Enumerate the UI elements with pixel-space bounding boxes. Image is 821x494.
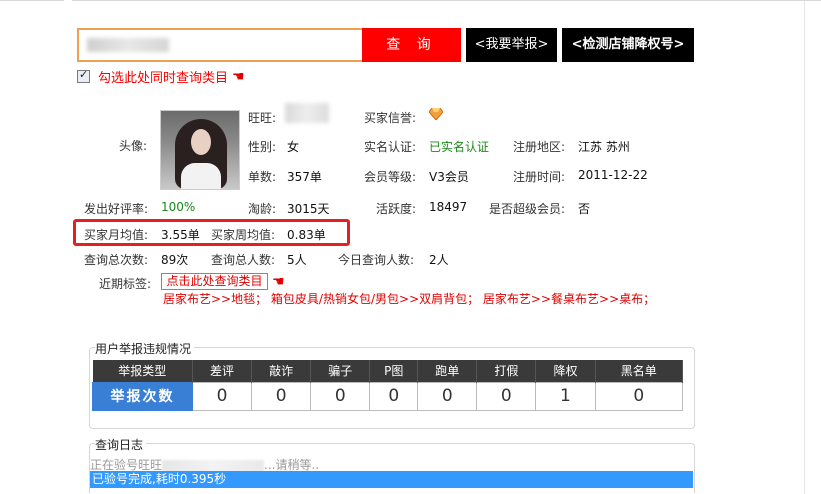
- report-count-1: 0: [251, 381, 312, 411]
- query-people-value: 5人: [287, 253, 307, 267]
- avatar: [160, 110, 240, 190]
- member-level-value: V3会员: [429, 170, 469, 184]
- report-count-0: 0: [191, 381, 253, 411]
- reg-time-label: 注册时间:: [513, 170, 566, 184]
- top-border: [0, 0, 821, 494]
- query-total-value: 89次: [161, 253, 189, 267]
- detect-downgrade-button[interactable]: <检测店铺降权号>: [562, 28, 694, 62]
- activity-label: 活跃度:: [376, 202, 417, 216]
- super-member-label: 是否超级会员:: [489, 202, 566, 216]
- tb-age-label: 淘龄:: [248, 202, 277, 216]
- blurred-search-text: [87, 38, 169, 52]
- pointing-hand-icon: ☚: [272, 274, 285, 290]
- query-people-label: 查询总人数:: [211, 253, 276, 267]
- wangwang-label: 旺旺:: [248, 111, 277, 125]
- diamond-credit-icon: [429, 108, 443, 120]
- report-count-7: 0: [594, 381, 683, 411]
- report-button[interactable]: <我要举报>: [466, 28, 557, 62]
- query-button[interactable]: 查 询: [362, 28, 461, 62]
- region-value: 江苏 苏州: [578, 140, 630, 154]
- report-count-5: 0: [476, 381, 537, 411]
- buyer-credit-label: 买家信誉:: [364, 111, 417, 125]
- category-checkbox[interactable]: [77, 68, 90, 83]
- reg-time-value: 2011-12-22: [578, 168, 648, 182]
- weekly-avg-label: 买家周均值:: [211, 228, 276, 242]
- report-header-3: 骗子: [310, 360, 371, 382]
- report-header-1: 差评: [192, 360, 253, 382]
- avatar-label: 头像:: [119, 139, 148, 153]
- orders-label: 单数:: [248, 170, 277, 184]
- report-count-4: 0: [417, 381, 478, 411]
- today-people-label: 今日查询人数:: [338, 253, 415, 267]
- report-header-4: P图: [369, 360, 419, 382]
- report-count-2: 0: [310, 381, 371, 411]
- gender-value: 女: [287, 140, 300, 154]
- super-member-value: 否: [578, 202, 591, 216]
- monthly-avg-label: 买家月均值:: [84, 228, 149, 242]
- monthly-avg-value: 3.55单: [161, 228, 200, 242]
- report-count-6: 1: [535, 381, 596, 411]
- member-level-label: 会员等级:: [364, 170, 417, 184]
- query-category-button[interactable]: 点击此处查询类目: [161, 273, 268, 290]
- report-header-2: 敲诈: [251, 360, 312, 382]
- orders-value: 357单: [287, 170, 322, 184]
- pointing-hand-icon: ☚: [232, 68, 245, 85]
- today-people-value: 2人: [429, 253, 449, 267]
- report-header-5: 跑单: [417, 360, 478, 382]
- category-checkbox-label[interactable]: 勾选此处同时查询类目: [98, 67, 228, 86]
- gender-label: 性别:: [248, 140, 277, 154]
- region-label: 注册地区:: [513, 140, 566, 154]
- realname-value: 已实名认证: [429, 140, 490, 154]
- log-line-complete[interactable]: 已验号完成,耗时0.395秒: [90, 471, 693, 488]
- category-option[interactable]: 勾选此处同时查询类目 ☚: [77, 67, 245, 86]
- log-panel-title: 查询日志: [95, 436, 147, 453]
- good-rate-label: 发出好评率:: [84, 202, 149, 216]
- weekly-avg-value: 0.83单: [287, 228, 326, 242]
- report-panel-title: 用户举报违规情况: [95, 340, 195, 357]
- blurred-wangwang-id: [285, 103, 329, 123]
- blurred-log-id: [162, 459, 265, 472]
- tb-age-value: 3015天: [287, 202, 330, 216]
- report-header-7: 降权: [535, 360, 596, 382]
- good-rate-value: 100%: [161, 200, 196, 214]
- activity-value: 18497: [429, 200, 468, 214]
- report-table: 举报类型 差评 敲诈 骗子 P图 跑单 打假 降权 黑名单 举报次数 0 0 0 0 0 0 1 0: [92, 360, 683, 411]
- report-header-6: 打假: [476, 360, 537, 382]
- category-tags: 居家布艺>>地毯； 箱包皮具/热销女包/男包>>双肩背包； 居家布艺>>餐桌布艺…: [163, 292, 656, 306]
- tags-label: 近期标签:: [99, 277, 152, 291]
- realname-label: 实名认证:: [364, 140, 417, 154]
- report-row-label: 举报次数: [92, 381, 193, 411]
- report-count-3: 0: [369, 381, 419, 411]
- query-total-label: 查询总次数:: [84, 253, 149, 267]
- report-header-8: 黑名单: [595, 360, 683, 382]
- report-header-0: 举报类型: [92, 360, 193, 382]
- search-input[interactable]: [77, 28, 363, 62]
